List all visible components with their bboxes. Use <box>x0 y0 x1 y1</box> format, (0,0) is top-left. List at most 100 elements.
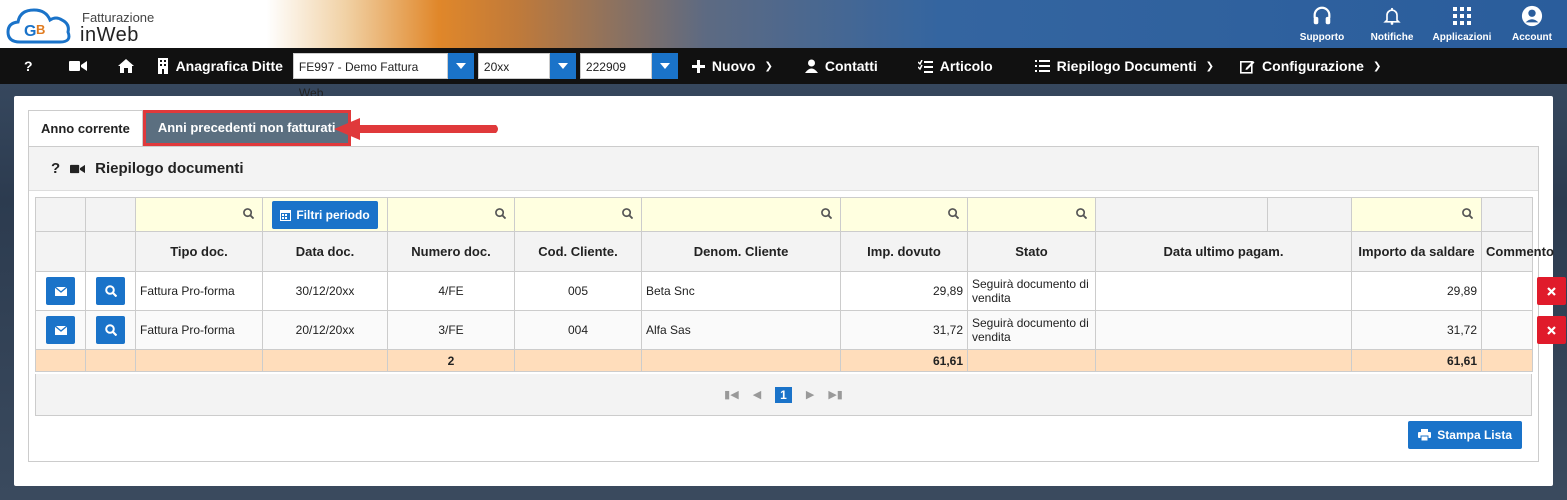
anagrafica-ditte-menu[interactable]: Anagrafica Ditte <box>147 48 293 84</box>
cell-importo-da-saldare: 31,72 <box>1351 310 1482 350</box>
supporto-button[interactable]: Supporto <box>1287 0 1357 48</box>
filter-denom-cliente[interactable] <box>641 197 841 232</box>
envelope-icon <box>54 286 67 296</box>
home-button[interactable] <box>105 48 147 84</box>
view-button[interactable] <box>96 277 125 305</box>
email-button[interactable] <box>46 277 75 305</box>
contatti-menu[interactable]: Contatti <box>795 48 888 84</box>
help-button[interactable]: ? <box>0 48 51 84</box>
top-icon-bar: Supporto Notifiche Applicazioni Account <box>1287 0 1567 48</box>
section-title: Riepilogo documenti <box>95 160 244 177</box>
email-button[interactable] <box>46 316 75 344</box>
section-help-button[interactable]: ? <box>51 160 60 177</box>
home-icon <box>117 59 134 73</box>
tab-anno-corrente[interactable]: Anno corrente <box>28 110 143 146</box>
pagination: ▮◀ ◀ 1 ▶ ▶▮ <box>35 374 1532 416</box>
main-panel: Anno corrente Anni precedenti non fattur… <box>14 96 1566 486</box>
account-label: Account <box>1512 32 1552 43</box>
cell-tipo-doc: Fattura Pro-forma <box>135 310 263 350</box>
nuovo-menu[interactable]: Nuovo ❯ <box>682 48 783 84</box>
chevron-down-icon: ❯ <box>1372 60 1382 72</box>
cell-data-ultimo-pagam <box>1095 271 1352 311</box>
year-select[interactable]: 20xx <box>477 53 576 79</box>
filter-commento[interactable] <box>1351 197 1482 232</box>
col-data-ultimo-pagam[interactable]: Data ultimo pagam. <box>1095 231 1352 272</box>
col-tipo-doc[interactable]: Tipo doc. <box>135 231 263 272</box>
cell-numero-doc: 3/FE <box>387 310 515 350</box>
header-row: Tipo doc. Data doc. Numero doc. Cod. Cli… <box>35 231 1554 272</box>
chevron-down-icon[interactable] <box>651 53 678 79</box>
last-page-icon[interactable]: ▶▮ <box>828 388 843 401</box>
col-numero-doc[interactable]: Numero doc. <box>387 231 515 272</box>
first-page-icon[interactable]: ▮◀ <box>724 388 739 401</box>
filtri-periodo-label: Filtri periodo <box>296 207 370 222</box>
search-icon <box>1076 207 1088 219</box>
video-button[interactable] <box>51 48 105 84</box>
applicazioni-button[interactable]: Applicazioni <box>1427 0 1497 48</box>
search-icon <box>104 324 117 336</box>
riepilogo-documenti-menu[interactable]: Riepilogo Documenti ❯ <box>1025 48 1224 84</box>
filter-imp-dovuto[interactable] <box>840 197 968 232</box>
col-imp-dovuto[interactable]: Imp. dovuto <box>840 231 968 272</box>
red-arrow-annotation <box>334 118 498 140</box>
col-importo-da-saldare[interactable]: Importo da saldare <box>1351 231 1482 272</box>
configurazione-menu[interactable]: Configurazione ❯ <box>1230 48 1391 84</box>
section-header: ? Riepilogo documenti <box>29 147 1538 191</box>
cell-data-doc: 20/12/20xx <box>262 310 388 350</box>
code-select[interactable]: 222909 <box>579 53 678 79</box>
filter-numero-doc[interactable] <box>387 197 515 232</box>
video-camera-icon[interactable] <box>70 164 86 174</box>
notifiche-button[interactable]: Notifiche <box>1357 0 1427 48</box>
plus-icon <box>691 59 705 73</box>
svg-text:B: B <box>36 22 45 37</box>
next-page-icon[interactable]: ▶ <box>806 388 814 401</box>
filter-row: Filtri periodo <box>35 197 1533 232</box>
stampa-lista-label: Stampa Lista <box>1437 428 1512 442</box>
cell-commento <box>1481 310 1533 350</box>
articolo-label: Articolo <box>939 58 993 74</box>
filter-stato[interactable] <box>967 197 1096 232</box>
current-page[interactable]: 1 <box>775 386 792 403</box>
cell-commento <box>1481 271 1533 311</box>
riepilogo-label: Riepilogo Documenti <box>1056 58 1197 74</box>
col-denom-cliente[interactable]: Denom. Cliente <box>641 231 841 272</box>
total-imp-dovuto: 61,61 <box>840 349 968 372</box>
nuovo-label: Nuovo <box>711 58 756 74</box>
close-icon <box>1547 325 1556 335</box>
grid-icon <box>1453 4 1471 28</box>
col-cod-cliente[interactable]: Cod. Cliente. <box>514 231 642 272</box>
col-commento[interactable]: Commento <box>1481 231 1554 272</box>
account-button[interactable]: Account <box>1497 0 1567 48</box>
main-navbar: ? Anagrafica Ditte FE997 - Demo Fattura … <box>0 48 1567 100</box>
company-select-value: FE997 - Demo Fattura Web <box>292 53 448 100</box>
company-select[interactable]: FE997 - Demo Fattura Web <box>292 53 474 100</box>
col-stato[interactable]: Stato <box>967 231 1096 272</box>
cell-data-doc: 30/12/20xx <box>262 271 388 311</box>
anagrafica-label: Anagrafica Ditte <box>175 58 283 74</box>
chevron-down-icon[interactable] <box>447 53 474 79</box>
chevron-down-icon[interactable] <box>549 53 576 79</box>
prev-page-icon[interactable]: ◀ <box>753 388 761 401</box>
cell-numero-doc: 4/FE <box>387 271 515 311</box>
list-icon <box>1034 60 1050 72</box>
filtri-periodo-button[interactable]: Filtri periodo <box>272 200 378 229</box>
cell-denom-cliente: Beta Snc <box>641 271 841 311</box>
filter-tipo-doc[interactable] <box>135 197 263 232</box>
video-camera-icon <box>68 61 87 71</box>
building-icon <box>157 58 168 74</box>
search-icon <box>243 207 255 219</box>
filter-cod-cliente[interactable] <box>514 197 642 232</box>
app-logo[interactable]: G B Fatturazione inWeb <box>6 4 166 46</box>
cell-tipo-doc: Fattura Pro-forma <box>135 271 263 311</box>
cell-data-ultimo-pagam <box>1095 310 1352 350</box>
col-data-doc[interactable]: Data doc. <box>262 231 388 272</box>
search-icon <box>1462 207 1474 219</box>
delete-button[interactable] <box>1537 277 1566 305</box>
stampa-lista-button[interactable]: Stampa Lista <box>1408 421 1522 449</box>
code-select-value: 222909 <box>579 53 652 79</box>
delete-button[interactable] <box>1537 316 1566 344</box>
articolo-menu[interactable]: Articolo <box>908 48 1003 84</box>
view-button[interactable] <box>96 316 125 344</box>
tab-anni-precedenti[interactable]: Anni precedenti non fatturati <box>142 110 351 146</box>
brand-line2: inWeb <box>80 24 139 46</box>
